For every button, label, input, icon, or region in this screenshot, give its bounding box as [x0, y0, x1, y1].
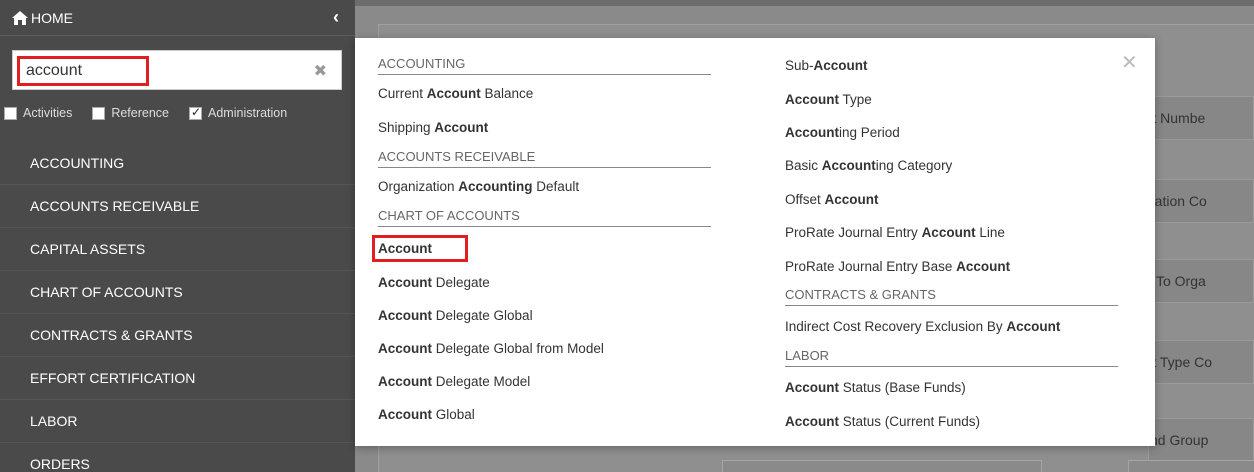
result-link[interactable]: Offset Account [785, 192, 879, 207]
result-link[interactable]: Account Type [785, 92, 872, 107]
result-link[interactable]: Sub-Account [785, 58, 868, 73]
result-link[interactable]: ProRate Journal Entry Base Account [785, 259, 1010, 274]
home-icon [12, 10, 28, 25]
result-link[interactable]: Account Status (Base Funds) [785, 380, 966, 395]
result-link[interactable]: Account Delegate [378, 275, 490, 290]
filter-activities[interactable]: Activities [4, 106, 72, 120]
section-header: CHART OF ACCOUNTS [378, 208, 711, 227]
result-link[interactable]: Shipping Account [378, 120, 488, 135]
sidebar-item-capital-assets[interactable]: CAPITAL ASSETS [0, 228, 355, 271]
background-input [722, 460, 1042, 472]
result-link[interactable]: Account Delegate Global from Model [378, 341, 604, 356]
background-field-label: -Fund Group [1148, 418, 1254, 462]
result-link[interactable]: Account Status (Current Funds) [785, 414, 980, 429]
section-header: ACCOUNTS RECEIVABLE [378, 149, 711, 168]
sidebar-item-orders[interactable]: ORDERS [0, 443, 355, 472]
result-link[interactable]: Accounting Period [785, 125, 900, 140]
result-link[interactable]: Organization Accounting Default [378, 179, 579, 194]
background-field-label: orts To Orga [1148, 259, 1254, 303]
result-link[interactable]: Indirect Cost Recovery Exclusion By Acco… [785, 319, 1060, 334]
sidebar-item-accounts-receivable[interactable]: ACCOUNTS RECEIVABLE [0, 185, 355, 228]
search-results-popup: ✕ ACCOUNTING Current Account Balance Shi… [355, 38, 1155, 446]
checkbox-checked[interactable] [189, 105, 203, 120]
sidebar-item-contracts-grants[interactable]: CONTRACTS & GRANTS [0, 314, 355, 357]
filter-label: Activities [23, 106, 73, 120]
filter-administration[interactable]: Administration [189, 105, 288, 120]
search-input[interactable] [17, 56, 149, 86]
sidebar-item-chart-of-accounts[interactable]: CHART OF ACCOUNTS [0, 271, 355, 314]
section-header: CONTRACTS & GRANTS [785, 287, 1118, 306]
background-field-label: anization Co [1148, 179, 1254, 223]
background-field-label: ount Numbe [1148, 96, 1254, 140]
sidebar: HOME ‹ ✖ Activities Reference Administra… [0, 0, 355, 472]
background-input [1128, 460, 1254, 472]
search-box: ✖ [12, 50, 342, 90]
filter-label: Reference [111, 106, 170, 120]
close-icon[interactable]: ✕ [1121, 50, 1138, 75]
clear-icon[interactable]: ✖ [314, 61, 327, 81]
sidebar-nav: ACCOUNTING ACCOUNTS RECEIVABLE CAPITAL A… [0, 142, 355, 472]
result-link[interactable]: Account Delegate Model [378, 374, 530, 389]
result-link[interactable]: Account Global [378, 407, 475, 422]
section-header: ACCOUNTING [378, 56, 711, 75]
result-link[interactable]: ProRate Journal Entry Account Line [785, 225, 1005, 240]
sidebar-item-labor[interactable]: LABOR [0, 400, 355, 443]
sidebar-header: HOME ‹ [0, 0, 355, 36]
filter-reference[interactable]: Reference [92, 106, 169, 120]
sidebar-item-accounting[interactable]: ACCOUNTING [0, 142, 355, 185]
chevron-left-icon[interactable]: ‹ [333, 7, 339, 28]
sidebar-item-effort-certification[interactable]: EFFORT CERTIFICATION [0, 357, 355, 400]
checkbox[interactable] [4, 106, 17, 120]
filter-checkboxes: Activities Reference Administration [0, 105, 355, 120]
section-header: LABOR [785, 348, 1118, 367]
main-top-bar [355, 0, 1254, 6]
result-link[interactable]: Basic Accounting Category [785, 158, 952, 173]
home-label: HOME [31, 9, 73, 26]
result-link[interactable]: Account Delegate Global [378, 308, 533, 323]
result-link[interactable]: Current Account Balance [378, 86, 533, 101]
home-link[interactable]: HOME [12, 10, 73, 26]
filter-label: Administration [208, 106, 288, 120]
result-link-highlighted[interactable]: Account [372, 235, 468, 262]
background-field-label: ount Type Co [1148, 340, 1254, 384]
checkbox[interactable] [92, 106, 106, 120]
